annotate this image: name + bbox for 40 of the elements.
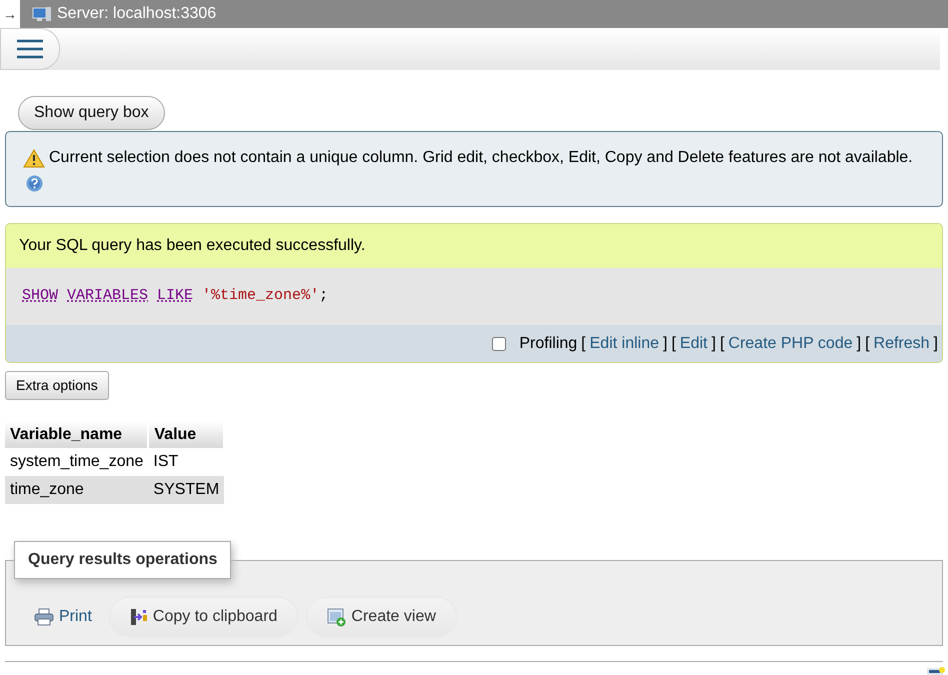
query-link[interactable]: Refresh	[874, 332, 930, 356]
operations-legend: Query results operations	[14, 541, 232, 579]
operation-button[interactable]: Print	[26, 598, 100, 636]
query-link[interactable]: Edit inline	[590, 332, 659, 356]
sql-code: SHOW VARIABLES LIKE '%time_zone%';	[6, 268, 942, 325]
bracket-close: ]	[711, 334, 716, 354]
warning-icon	[23, 148, 45, 168]
bracket-open: [	[581, 334, 586, 354]
success-message: Your SQL query has been executed successfully.	[18, 236, 366, 256]
query-link[interactable]: Edit	[680, 332, 708, 356]
bracket-open: [	[720, 334, 724, 354]
menu-button[interactable]	[0, 28, 60, 70]
bracket-close: ]	[934, 334, 938, 354]
console-icon[interactable]	[927, 667, 945, 675]
bracket-close: ]	[663, 334, 668, 354]
collapse-button[interactable]: →	[0, 0, 20, 28]
table-cell: time_zone	[5, 476, 148, 504]
bracket-open: [	[865, 334, 870, 354]
server-icon	[32, 6, 52, 22]
table-cell: system_time_zone	[5, 448, 148, 476]
operation-button[interactable]: Copy to clipboard	[110, 598, 298, 636]
bracket-close: ]	[856, 334, 862, 354]
server-title: Server: localhost:3306	[57, 4, 216, 24]
printer-icon	[34, 608, 54, 626]
table-cell: SYSTEM	[148, 476, 224, 504]
operation-button[interactable]: Create view	[307, 598, 456, 636]
menu-icon	[17, 39, 43, 59]
notice-message: Current selection does not contain a unique column. Grid edit, checkbox, Edit, Copy and Delete features are not available.	[49, 148, 913, 168]
clipboard-icon	[130, 608, 148, 626]
query-link[interactable]: Create PHP code	[728, 332, 853, 356]
help-icon[interactable]	[26, 175, 43, 192]
column-header[interactable]: Variable_name	[5, 421, 148, 448]
column-header[interactable]: Value	[148, 421, 224, 448]
window-plus-icon	[327, 608, 346, 626]
profiling-label: Profiling	[519, 334, 578, 354]
extra-options-button[interactable]: Extra options	[5, 371, 109, 400]
profiling-checkbox[interactable]	[492, 336, 506, 350]
show-query-box-button[interactable]: Show query box	[18, 96, 165, 130]
bracket-open: [	[671, 334, 676, 354]
table-cell: IST	[148, 448, 224, 476]
